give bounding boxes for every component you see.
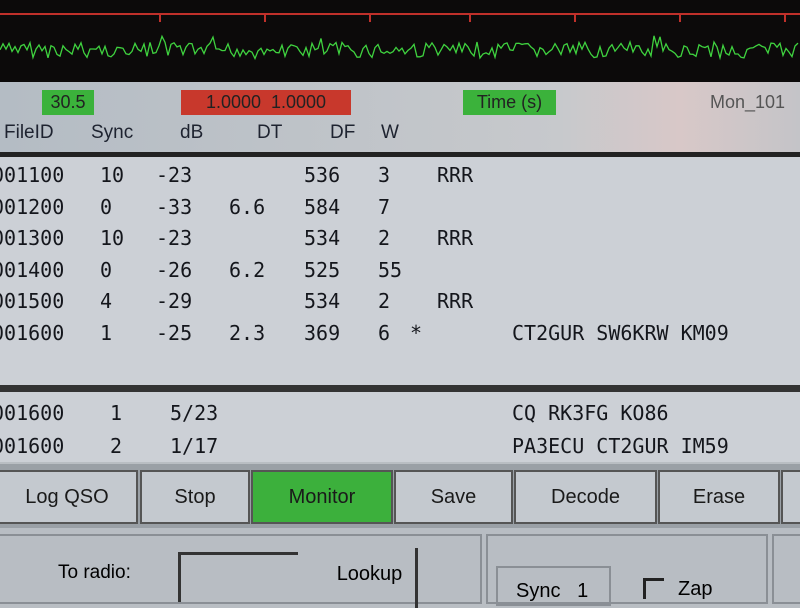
averaged-row[interactable]: 001600 2 1/17 PA3ECU CT2GUR IM59 [0, 434, 800, 464]
sync-value: 1 [577, 580, 589, 602]
cell-ratio: 1/17 [170, 434, 219, 458]
lookup-button[interactable]: Lookup [324, 548, 418, 608]
zap-checkbox[interactable] [643, 578, 664, 599]
cell-call: CQ RK3FG KO86 [512, 401, 669, 425]
cell-sync: 10 [100, 226, 125, 250]
save-button[interactable]: Save [394, 470, 513, 524]
cell-call: CT2GUR SW6KRW KM09 [512, 320, 729, 345]
extra-panel [772, 534, 800, 604]
cell-df: 536 [304, 163, 341, 187]
cell-dt: 6.2 [229, 257, 266, 282]
cell-flag: * [410, 320, 423, 345]
col-dt: DT [257, 122, 283, 143]
cell-call: PA3ECU CT2GUR IM59 [512, 434, 729, 458]
cell-db: -29 [156, 289, 193, 313]
cell-dt: 2.3 [229, 320, 266, 345]
sync-panel: Sync 1 Zap [486, 534, 768, 606]
to-radio-label: To radio: [58, 562, 131, 583]
spectrum-plot [0, 0, 800, 82]
button-bar: Log QSO Stop Monitor Save Decode Erase [0, 464, 800, 528]
freq-value: 30.5 [42, 90, 94, 115]
cell-n: 2 [110, 434, 123, 458]
cell-df: 525 [304, 257, 341, 282]
cell-msg: RRR [437, 289, 474, 313]
decode-row[interactable]: 001400 0 -26 6.2 525 55 [0, 258, 800, 288]
cell-w: 6 [378, 320, 391, 345]
zap-label: Zap [678, 578, 713, 600]
more-button[interactable] [781, 470, 800, 524]
col-sync: Sync [91, 122, 134, 143]
cell-db: -33 [156, 194, 193, 219]
col-df: DF [330, 122, 356, 143]
cell-id: 001600 [0, 434, 65, 458]
cell-w: 7 [378, 194, 391, 219]
scale-values: 1.0000 1.0000 [181, 90, 351, 115]
cell-sync: 10 [100, 163, 125, 187]
to-radio-input[interactable] [178, 552, 298, 602]
cell-n: 1 [110, 401, 123, 425]
cell-sync: 4 [100, 289, 113, 313]
header-bar: 30.5 1.0000 1.0000 Time (s) Mon_101 File… [0, 82, 800, 152]
monitor-button[interactable]: Monitor [251, 470, 393, 524]
cell-id: 001200 [0, 194, 65, 219]
cell-dt: 6.6 [229, 194, 266, 219]
averaged-list[interactable]: 001600 1 5/23 CQ RK3FG KO86 001600 2 1/17 PA3EC… [0, 392, 800, 462]
sync-label: Sync [516, 580, 561, 602]
decode-row[interactable]: 001500 4 -29 534 2 RRR [0, 289, 800, 319]
cell-sync: 0 [100, 257, 113, 282]
radio-panel: To radio: Lookup [0, 534, 482, 608]
cell-w: 55 [378, 257, 403, 282]
decode-button[interactable]: Decode [514, 470, 657, 524]
stop-button[interactable]: Stop [140, 470, 250, 524]
decode-row[interactable]: 001600 1 -25 2.3 369 6 * CT2GUR SW6KRW KM09 [0, 321, 800, 351]
control-panel: To radio: Lookup Sync 1 Zap [0, 528, 800, 608]
cell-sync: 1 [100, 320, 113, 345]
cell-id: 001100 [0, 163, 65, 187]
cell-msg: RRR [437, 226, 474, 250]
col-w: W [381, 122, 399, 143]
decode-list[interactable]: 00110010-235363RRR0012000-336.6584700130… [0, 157, 800, 385]
averaged-row[interactable]: 001600 1 5/23 CQ RK3FG KO86 [0, 401, 800, 431]
signal-trace [0, 13, 800, 61]
cell-df: 369 [304, 320, 341, 345]
cell-msg: RRR [437, 163, 474, 187]
cell-df: 534 [304, 226, 341, 250]
erase-button[interactable]: Erase [658, 470, 780, 524]
cell-df: 584 [304, 194, 341, 219]
sync-field[interactable]: Sync 1 [496, 566, 611, 606]
time-label: Time (s) [463, 90, 556, 115]
cell-id: 001600 [0, 401, 65, 425]
decode-row[interactable]: 001100 10 -23 536 3 RRR [0, 163, 800, 193]
divider [0, 385, 800, 392]
cell-id: 001300 [0, 226, 65, 250]
cell-w: 2 [378, 226, 391, 250]
cell-db: -23 [156, 163, 193, 187]
cell-ratio: 5/23 [170, 401, 219, 425]
col-fileid: FileID [4, 122, 54, 143]
cell-db: -26 [156, 257, 193, 282]
log-qso-button[interactable]: Log QSO [0, 470, 138, 524]
cell-db: -25 [156, 320, 193, 345]
cell-w: 3 [378, 163, 391, 187]
cell-sync: 0 [100, 194, 113, 219]
file-label: Mon_101 [710, 92, 786, 112]
cell-db: -23 [156, 226, 193, 250]
cell-df: 534 [304, 289, 341, 313]
decode-row[interactable]: 001300 10 -23 534 2 RRR [0, 226, 800, 256]
col-db: dB [180, 122, 204, 143]
cell-id: 001600 [0, 320, 65, 345]
cell-id: 001400 [0, 257, 65, 282]
cell-w: 2 [378, 289, 391, 313]
decode-row[interactable]: 001200 0 -33 6.6 584 7 [0, 195, 800, 225]
cell-id: 001500 [0, 289, 65, 313]
